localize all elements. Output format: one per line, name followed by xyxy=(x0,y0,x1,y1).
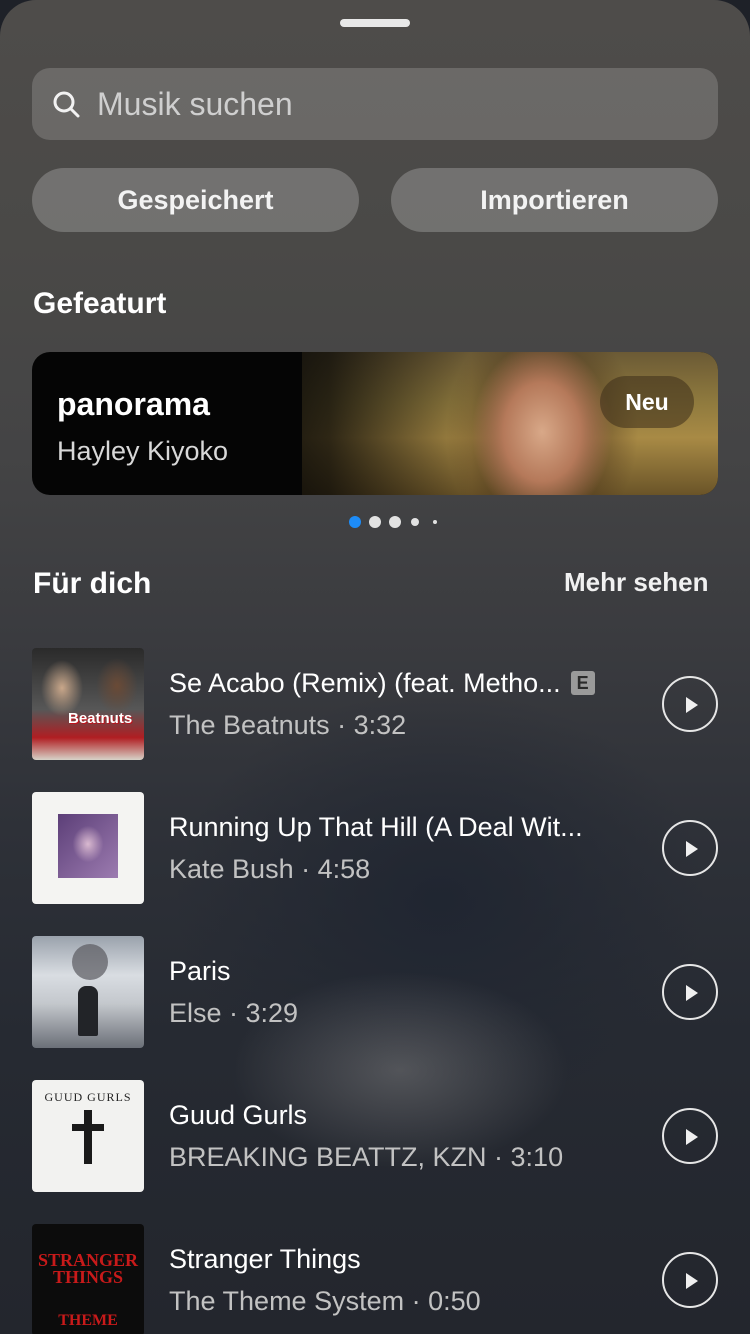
sheet-grabber[interactable] xyxy=(340,19,410,27)
song-row[interactable]: Beatnuts Se Acabo (Remix) (feat. Metho..… xyxy=(32,648,718,760)
new-badge: Neu xyxy=(600,376,694,428)
album-cover: GUUD GURLS xyxy=(32,1080,144,1192)
album-cover-subtext: THEME xyxy=(58,1312,118,1329)
play-icon xyxy=(686,1129,698,1145)
pager-dot-3[interactable] xyxy=(389,516,401,528)
status-indicator xyxy=(738,3,746,11)
play-button[interactable] xyxy=(662,676,718,732)
song-meta: The Theme System · 0:50 xyxy=(169,1286,481,1316)
song-meta: BREAKING BEATTZ, KZN · 3:10 xyxy=(169,1142,564,1172)
featured-title: panorama xyxy=(57,386,210,422)
song-row[interactable]: GUUD GURLS Guud Gurls BREAKING BEATTZ, K… xyxy=(32,1080,718,1192)
import-button[interactable]: Importieren xyxy=(391,168,718,232)
featured-heading: Gefeaturt xyxy=(33,287,167,320)
song-meta: Else · 3:29 xyxy=(169,998,299,1028)
album-cover-text: STRANGER THINGS xyxy=(37,1250,139,1287)
song-row[interactable]: Running Up That Hill (A Deal Wit... Kate… xyxy=(32,792,718,904)
pager-dot-1[interactable] xyxy=(349,516,361,528)
for-you-heading: Für dich xyxy=(33,567,152,600)
play-button[interactable] xyxy=(662,820,718,876)
search-input[interactable]: Musik suchen xyxy=(97,86,293,122)
song-title: Guud Gurls xyxy=(169,1100,308,1130)
search-icon xyxy=(52,90,80,118)
play-button[interactable] xyxy=(662,1252,718,1308)
search-bar[interactable]: Musik suchen xyxy=(32,68,718,140)
play-button[interactable] xyxy=(662,1108,718,1164)
play-button[interactable] xyxy=(662,964,718,1020)
song-row[interactable]: Paris Else · 3:29 xyxy=(32,936,718,1048)
music-picker-sheet: Musik suchen Gespeichert Importieren Gef… xyxy=(0,0,750,1334)
saved-button[interactable]: Gespeichert xyxy=(32,168,359,232)
album-cover: Beatnuts xyxy=(32,648,144,760)
album-cover xyxy=(32,936,144,1048)
album-cover xyxy=(32,792,144,904)
explicit-badge: E xyxy=(570,671,595,695)
play-icon xyxy=(686,985,698,1001)
song-row[interactable]: STRANGER THINGS THEME Stranger Things Th… xyxy=(32,1224,718,1334)
album-cover-text: Beatnuts xyxy=(68,710,133,727)
cross-icon xyxy=(72,1110,104,1164)
play-icon xyxy=(686,697,698,713)
song-title: Se Acabo (Remix) (feat. Metho... E xyxy=(169,668,595,699)
pager-dot-4[interactable] xyxy=(411,518,419,526)
song-title: Paris xyxy=(169,956,231,986)
play-icon xyxy=(686,1273,698,1289)
song-title: Running Up That Hill (A Deal Wit... xyxy=(169,812,583,842)
song-meta: Kate Bush · 4:58 xyxy=(169,854,371,884)
song-title: Stranger Things xyxy=(169,1244,361,1274)
pager-dot-2[interactable] xyxy=(369,516,381,528)
album-cover: STRANGER THINGS THEME xyxy=(32,1224,144,1334)
featured-artist: Hayley Kiyoko xyxy=(57,436,229,466)
see-more-link[interactable]: Mehr sehen xyxy=(564,567,709,598)
pager-dot-5[interactable] xyxy=(433,520,437,524)
featured-card[interactable]: panorama Hayley Kiyoko Neu xyxy=(32,352,718,495)
play-icon xyxy=(686,841,698,857)
song-meta: The Beatnuts · 3:32 xyxy=(169,710,407,740)
